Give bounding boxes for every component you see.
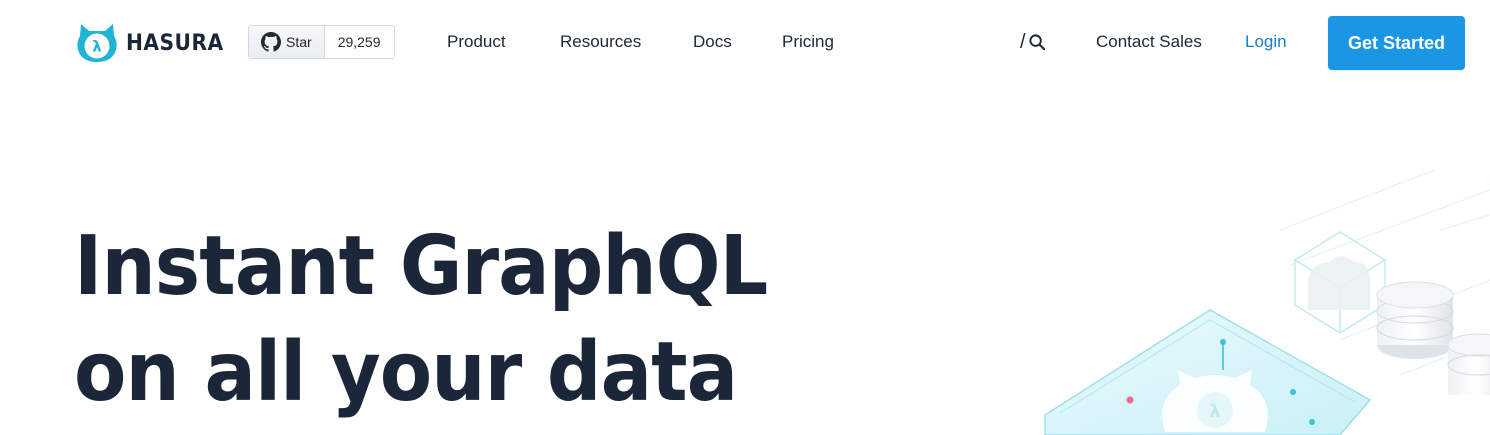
top-navbar: λ HASURA Star 29,259 Product Resources D… [0, 0, 1490, 86]
svg-text:λ: λ [92, 38, 102, 56]
search-button[interactable]: / [1020, 28, 1047, 56]
hasura-logo[interactable]: λ HASURA [74, 20, 232, 66]
get-started-button[interactable]: Get Started [1328, 16, 1465, 70]
database-icon-2 [1447, 333, 1490, 395]
hasura-platform: λ [1044, 309, 1372, 435]
contact-sales-link[interactable]: Contact Sales [1096, 31, 1202, 53]
brand-name: HASURA [126, 30, 224, 56]
github-star-widget: Star 29,259 [248, 25, 395, 59]
nav-pricing[interactable]: Pricing [782, 31, 834, 53]
hero-title: Instant GraphQL on all your data [74, 214, 768, 426]
search-icon [1028, 33, 1045, 50]
cloud-shape [1308, 256, 1370, 310]
github-star-label: Star [286, 34, 312, 50]
svg-text:λ: λ [1209, 401, 1220, 422]
github-star-count[interactable]: 29,259 [324, 26, 394, 58]
hasura-logo-icon: λ [77, 24, 117, 62]
hero-illustration: λ [1044, 170, 1490, 435]
search-shortcut-label: / [1020, 31, 1026, 53]
hero-title-line-1: Instant GraphQL [74, 219, 768, 314]
hero-title-line-2: on all your data [74, 325, 738, 420]
nav-docs[interactable]: Docs [693, 31, 732, 53]
login-link[interactable]: Login [1245, 31, 1287, 53]
nav-product[interactable]: Product [447, 31, 506, 53]
nav-resources[interactable]: Resources [560, 31, 641, 53]
database-icon [1376, 281, 1454, 359]
github-star-button[interactable]: Star [249, 26, 325, 58]
github-icon [261, 32, 281, 52]
